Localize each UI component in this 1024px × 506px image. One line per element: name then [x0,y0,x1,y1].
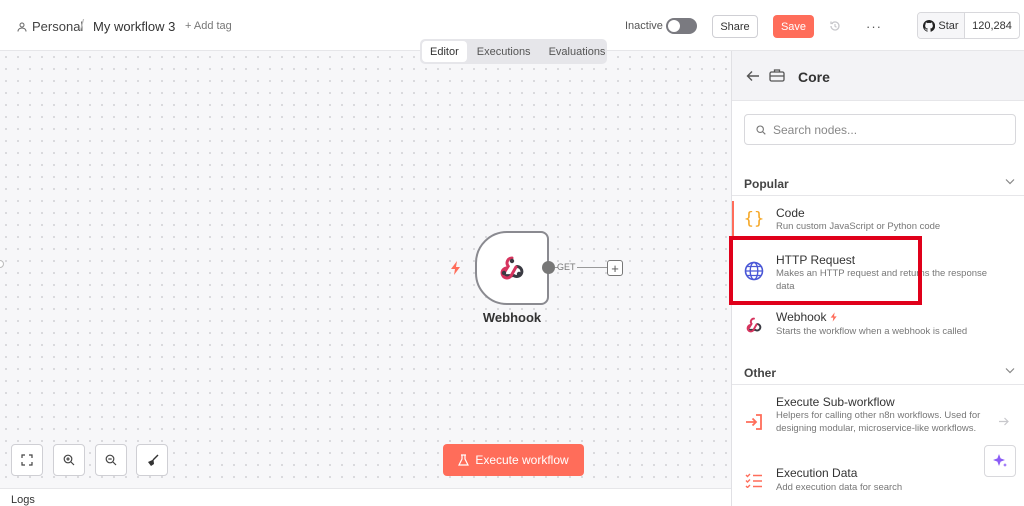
add-tag-button[interactable]: + Add tag [185,20,232,32]
workflow-title[interactable]: My workflow 3 [93,19,175,34]
execute-workflow-button[interactable]: Execute workflow [443,444,584,476]
section-other[interactable]: Other [732,358,1024,385]
panel-header: Core [732,51,1024,101]
briefcase-icon [769,69,785,82]
chevron-down-icon [1005,368,1015,374]
fit-view-button[interactable] [11,444,43,476]
node-item-title: Code [776,206,805,220]
selected-accent [732,201,734,239]
github-icon [923,19,936,32]
fit-view-icon [21,454,33,466]
node-item-execute-sub-workflow[interactable]: Execute Sub-workflow Helpers for calling… [732,393,1024,453]
node-item-title: Execution Data [776,466,858,480]
panel-title: Core [798,69,830,85]
node-item-description: Starts the workflow when a webhook is ca… [776,326,968,337]
webhook-icon [744,315,764,335]
section-popular[interactable]: Popular [732,169,1024,196]
logs-label: Logs [11,494,35,506]
github-star-widget[interactable]: Star 120,284 [917,12,1020,39]
node-item-description: Add execution data for search [776,482,903,493]
node-item-code[interactable]: {} Code Run custom JavaScript or Python … [732,201,1024,239]
trigger-bolt-icon [451,261,460,275]
tidy-up-button[interactable] [136,444,168,476]
share-button[interactable]: Share [712,15,758,38]
toggle-knob [668,20,680,32]
status-label: Inactive [625,20,663,32]
list-check-icon [744,470,764,490]
add-node-button[interactable]: + [607,260,623,276]
node-item-description: Run custom JavaScript or Python code [776,221,941,232]
search-box[interactable] [744,114,1016,145]
tab-evaluations[interactable]: Evaluations [541,41,614,62]
tab-editor[interactable]: Editor [422,41,467,62]
code-braces-icon: {} [743,209,765,229]
node-item-title-row: Webhook [776,310,838,324]
canvas-edge-handle [0,260,4,268]
webhook-icon [500,256,524,280]
ai-assistant-button[interactable] [984,445,1016,477]
logs-bar[interactable]: Logs [0,488,731,506]
save-button[interactable]: Save [773,15,814,38]
broom-icon [147,454,158,466]
view-tabs: Editor Executions Evaluations [420,39,607,64]
arrow-right-icon [999,417,1009,426]
user-icon [17,22,27,32]
output-handle[interactable] [542,261,555,274]
zoom-in-icon [63,454,75,466]
search-icon [756,125,766,135]
node-item-description: Helpers for calling other n8n workflows.… [776,410,981,434]
tab-executions[interactable]: Executions [469,41,539,62]
trigger-bolt-icon [831,312,838,322]
more-options-icon[interactable]: ··· [866,19,882,34]
sign-in-icon [744,412,764,432]
section-title-popular: Popular [744,177,789,191]
github-star-label: Star [938,19,959,32]
sparkle-icon [993,454,1007,467]
zoom-in-button[interactable] [53,444,85,476]
workflow-canvas[interactable]: Webhook GET + Execute workflow [0,51,731,488]
breadcrumb-personal[interactable]: Personal [17,19,83,34]
node-label: Webhook [482,310,542,325]
node-item-title: Webhook [776,310,827,324]
github-star-count[interactable]: 120,284 [965,13,1019,38]
highlight-box [729,236,922,305]
breadcrumb-user-label: Personal [32,19,84,34]
node-item-webhook[interactable]: Webhook Starts the workflow when a webho… [732,307,1024,347]
connection-method-label: GET [557,262,576,272]
execute-workflow-label: Execute workflow [475,453,569,467]
connection-line [577,267,607,268]
back-arrow-icon[interactable] [746,70,760,82]
section-title-other: Other [744,366,777,380]
zoom-out-icon [105,454,117,466]
node-item-execution-data[interactable]: Execution Data Add execution data for se… [732,464,1024,504]
zoom-out-button[interactable] [95,444,127,476]
chevron-down-icon [1005,179,1015,185]
node-item-title: Execute Sub-workflow [776,395,895,409]
webhook-node[interactable] [475,231,549,305]
history-icon[interactable] [828,19,842,33]
flask-icon [458,454,470,466]
search-input[interactable] [773,122,1003,138]
active-toggle[interactable] [666,18,697,34]
github-star-button[interactable]: Star [918,13,965,38]
breadcrumb-separator: / [80,17,85,34]
